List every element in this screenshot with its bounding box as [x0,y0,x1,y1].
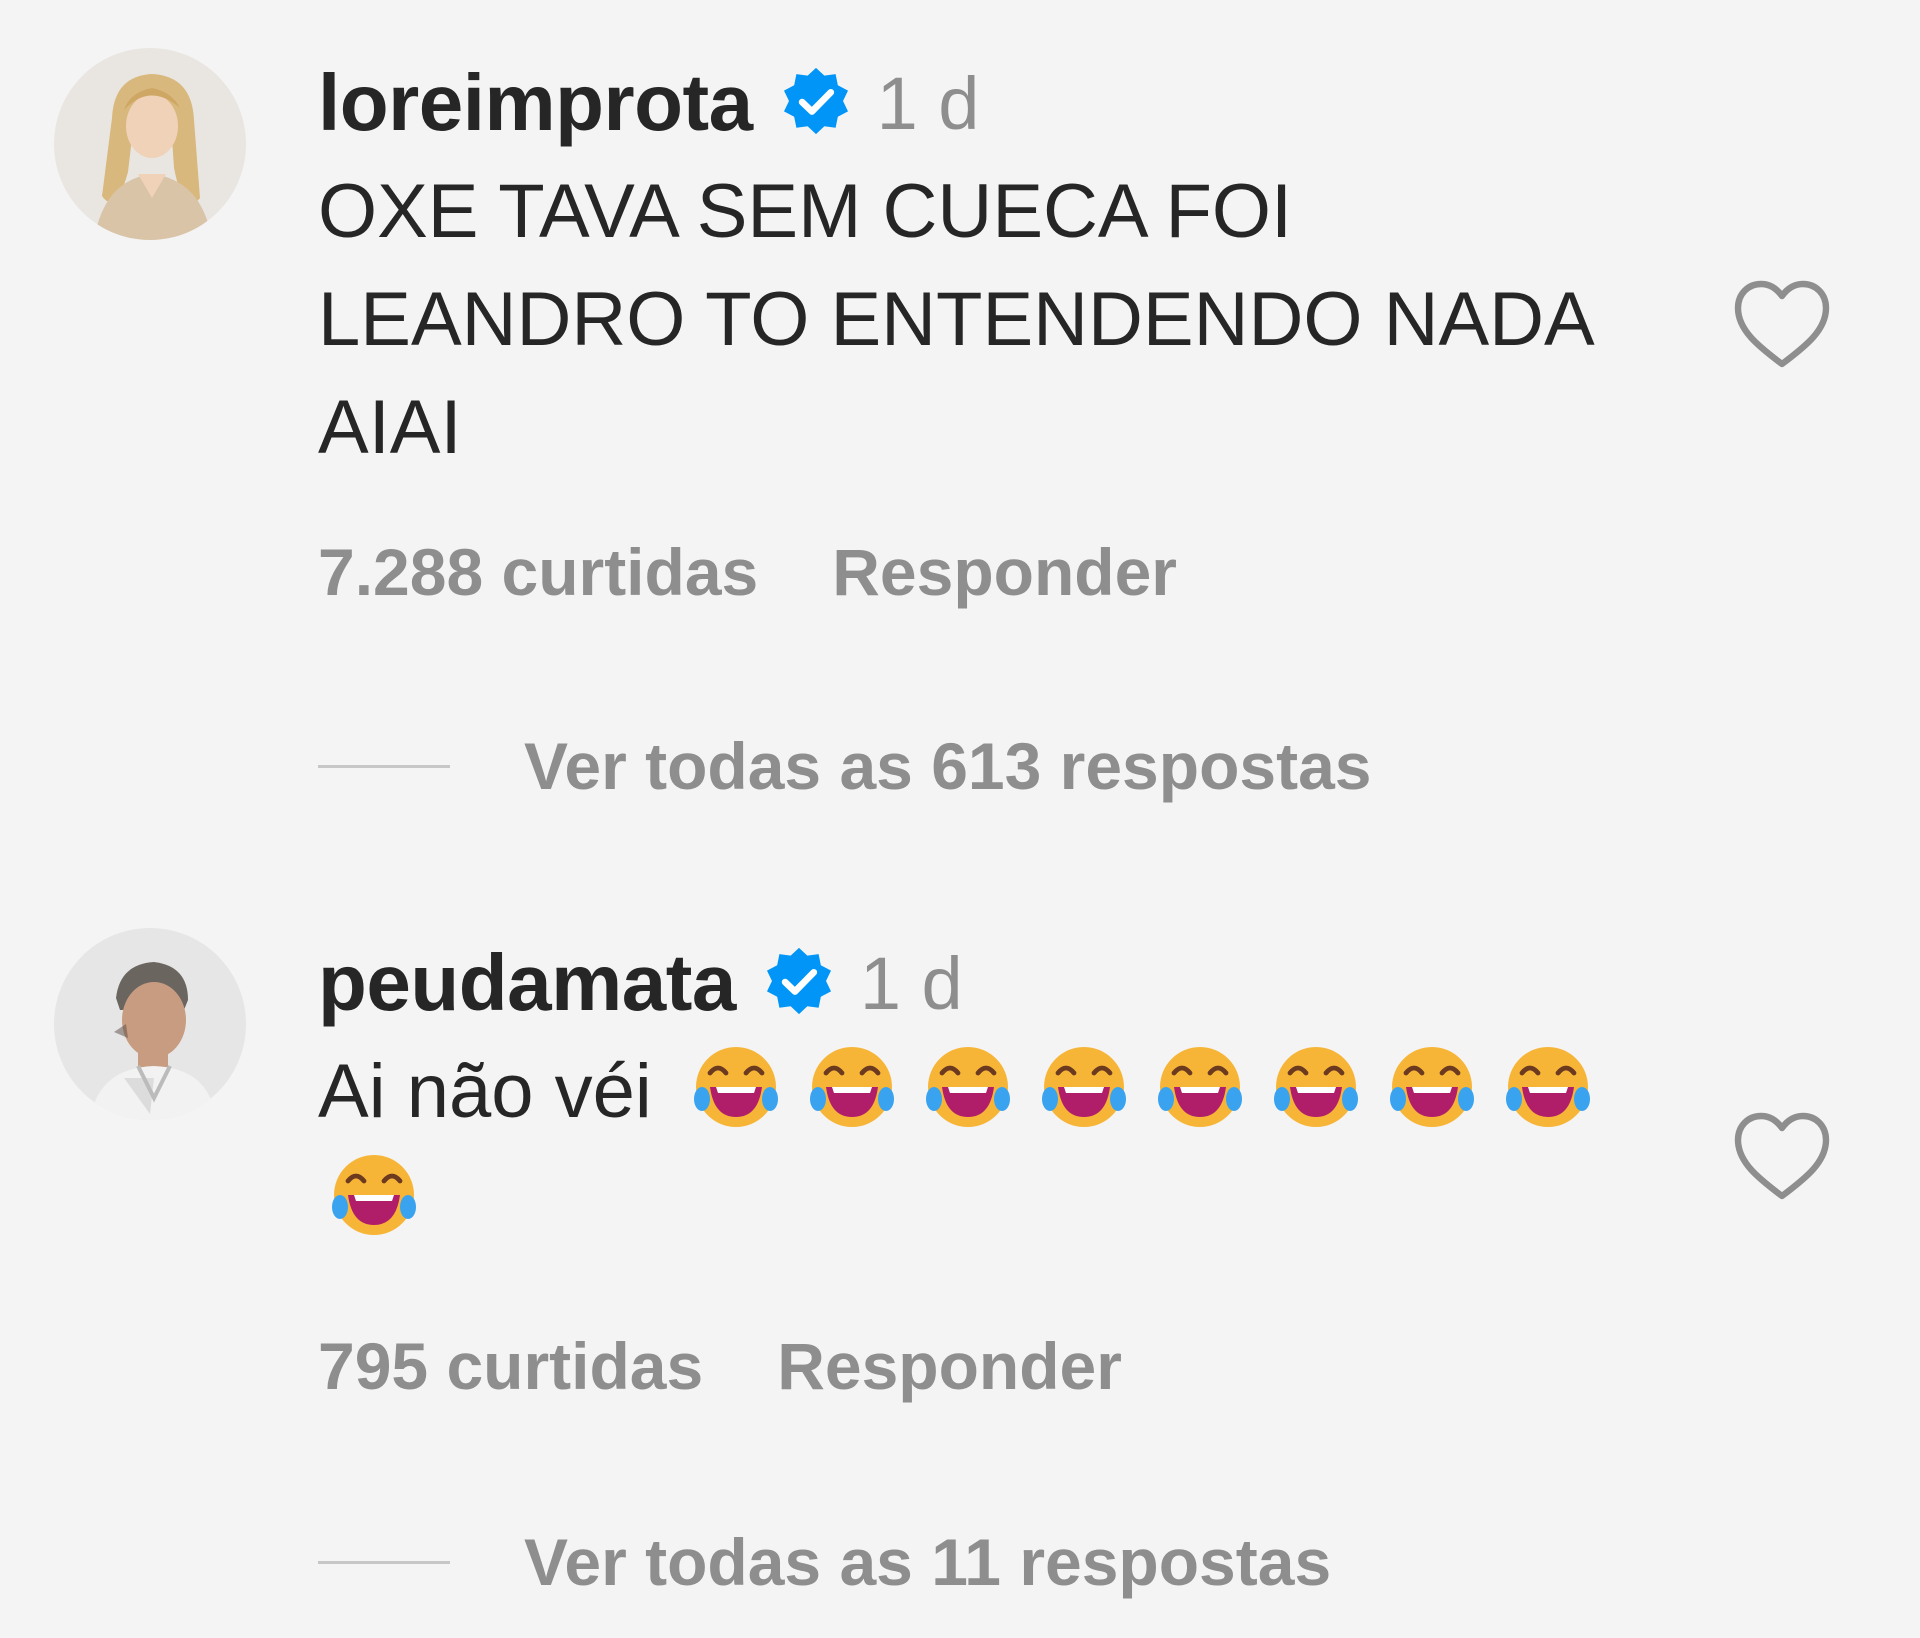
verified-badge-icon [762,946,836,1020]
heart-outline-icon[interactable] [1730,1108,1834,1204]
face-with-tears-of-joy-icon [1272,1043,1360,1131]
comment-text: OXE TAVA SEM CUECA FOI LEANDRO TO ENTEND… [318,158,1678,482]
replies-divider [318,1560,450,1564]
comment-text-line: LEANDRO TO ENTENDENDO NADA [318,277,1595,362]
view-replies-label: Ver todas as 11 respostas [524,1525,1332,1599]
face-with-tears-of-joy-icon [808,1043,896,1131]
face-with-tears-of-joy-icon [1388,1043,1476,1131]
username[interactable]: loreimprota [318,57,753,149]
comment-text-line: Ai não véi [318,1038,1678,1146]
reply-button[interactable]: Responder [777,1329,1122,1403]
view-replies-label: Ver todas as 613 respostas [524,729,1372,803]
reply-button[interactable]: Responder [832,535,1177,609]
comment-time[interactable]: 1 d [860,941,963,1026]
comment-text-line: OXE TAVA SEM CUECA FOI [318,169,1293,254]
comment-text-line: AIAI [318,385,462,470]
username[interactable]: peudamata [318,937,736,1029]
comment-text-body: Ai não véi [318,1049,652,1134]
face-with-tears-of-joy-icon [1040,1043,1128,1131]
face-with-tears-of-joy-icon [1504,1043,1592,1131]
avatar[interactable] [54,928,246,1120]
verified-badge-icon [779,66,853,140]
view-replies-button[interactable]: Ver todas as 11 respostas [318,1524,1331,1600]
comment-meta: 795 curtidas Responder [318,1328,1122,1404]
comment-time[interactable]: 1 d [877,61,980,146]
comment-text-line [318,1146,1678,1254]
woman-blonde-avatar-icon [54,48,246,240]
replies-divider [318,764,450,768]
face-with-tears-of-joy-icon [330,1151,418,1239]
likes-count[interactable]: 795 curtidas [318,1329,703,1403]
face-with-tears-of-joy-icon [924,1043,1012,1131]
face-with-tears-of-joy-icon [1156,1043,1244,1131]
comment-text: Ai não véi [318,1038,1678,1254]
view-replies-button[interactable]: Ver todas as 613 respostas [318,728,1372,804]
comment-meta: 7.288 curtidas Responder [318,534,1177,610]
heart-outline-icon[interactable] [1730,276,1834,372]
man-profile-avatar-icon [54,928,246,1120]
likes-count[interactable]: 7.288 curtidas [318,535,758,609]
avatar[interactable] [54,48,246,240]
face-with-tears-of-joy-icon [692,1043,780,1131]
